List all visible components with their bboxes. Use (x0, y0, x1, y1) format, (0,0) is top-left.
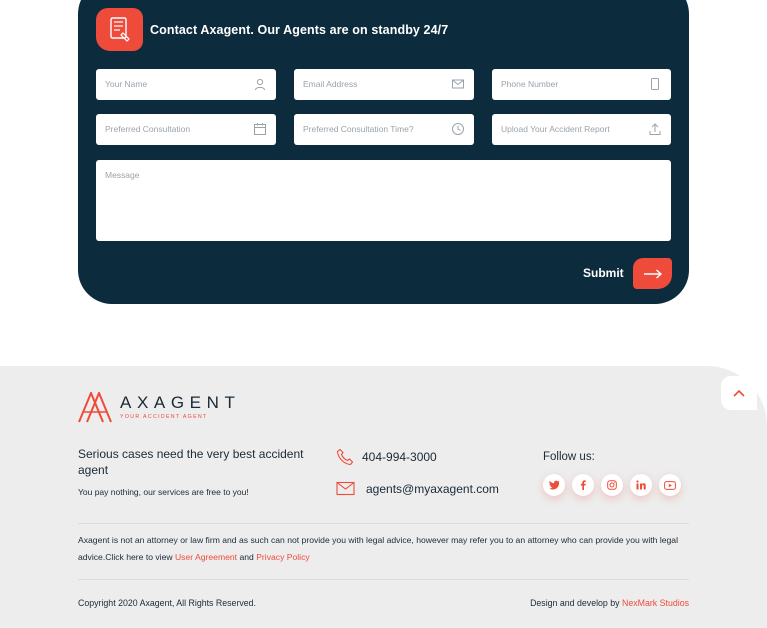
message-field[interactable]: Message (96, 160, 671, 241)
mail-icon (336, 481, 355, 496)
clock-icon (452, 123, 464, 135)
mobile-phone-icon (651, 78, 659, 90)
logo-tagline: YOUR ACCIDENT AGENT (120, 414, 208, 420)
page: Contact Axagent. Our Agents are on stand… (0, 0, 767, 628)
chevron-up-icon (733, 389, 745, 397)
consultation-placeholder: Preferred Consultation (105, 124, 191, 134)
scroll-to-top-button[interactable] (721, 376, 757, 410)
calendar-icon (254, 123, 266, 135)
logo-name: AXAGENT (120, 393, 241, 412)
linkedin-button[interactable] (630, 474, 652, 496)
privacy-policy-link[interactable]: Privacy Policy (256, 552, 309, 562)
email-field[interactable]: Email Address (294, 69, 474, 100)
contact-form-card: Contact Axagent. Our Agents are on stand… (78, 0, 689, 304)
youtube-button[interactable] (659, 474, 681, 496)
footer-divider-top (78, 523, 689, 524)
footer-subtext: You pay nothing, our services are free t… (78, 487, 249, 497)
submit-label[interactable]: Submit (583, 266, 624, 280)
copyright: Copyright 2020 Axagent, All Rights Reser… (78, 598, 256, 608)
disclaimer-text: Axagent is not an attorney or law firm a… (78, 535, 678, 562)
submit-button[interactable] (633, 258, 672, 289)
studio-link[interactable]: NexMark Studios (622, 598, 689, 608)
name-placeholder: Your Name (105, 79, 148, 89)
upload-icon (649, 123, 661, 135)
social-links (543, 474, 681, 496)
upload-report-placeholder: Upload Your Accident Report (501, 124, 610, 134)
axagent-logo[interactable]: AXAGENT YOUR ACCIDENT AGENT (78, 390, 258, 424)
footer-phone-number: 404-994-3000 (362, 450, 437, 464)
footer: AXAGENT YOUR ACCIDENT AGENT Serious case… (0, 366, 767, 628)
consultation-time-placeholder: Preferred Consultation Time? (303, 124, 414, 134)
upload-report-field[interactable]: Upload Your Accident Report (492, 114, 671, 145)
follow-us-label: Follow us: (543, 451, 595, 463)
twitter-icon (548, 480, 559, 490)
phone-field[interactable]: Phone Number (492, 69, 671, 100)
facebook-icon (580, 480, 586, 490)
consultation-time-field[interactable]: Preferred Consultation Time? (294, 114, 474, 145)
footer-divider-bottom (78, 579, 689, 580)
phone-placeholder: Phone Number (501, 79, 559, 89)
logo-mark-icon (78, 390, 112, 423)
name-field[interactable]: Your Name (96, 69, 276, 100)
email-placeholder: Email Address (303, 79, 358, 89)
linkedin-icon (636, 480, 646, 490)
footer-phone[interactable]: 404-994-3000 (336, 448, 437, 466)
consultation-field[interactable]: Preferred Consultation (96, 114, 276, 145)
youtube-icon (664, 480, 676, 490)
footer-email-address: agents@myaxagent.com (366, 481, 499, 496)
credit-text: Design and develop by (530, 598, 623, 608)
footer-headline: Serious cases need the very best acciden… (78, 447, 304, 477)
contact-form-icon (96, 8, 143, 51)
instagram-icon (607, 480, 617, 490)
credit: Design and develop by NexMark Studios (530, 598, 689, 608)
disclaimer-and: and (237, 551, 257, 562)
user-icon (255, 78, 265, 91)
footer-email[interactable]: agents@myaxagent.com (336, 481, 499, 496)
contact-title: Contact Axagent. Our Agents are on stand… (150, 23, 449, 37)
message-placeholder: Message (105, 170, 140, 180)
disclaimer: Axagent is not an attorney or law firm a… (78, 532, 698, 565)
instagram-button[interactable] (601, 474, 623, 496)
user-agreement-link[interactable]: User Agreement (175, 552, 237, 562)
phone-icon (336, 448, 354, 466)
facebook-button[interactable] (572, 474, 594, 496)
twitter-button[interactable] (543, 474, 565, 496)
envelope-icon (452, 79, 464, 89)
arrow-right-icon (643, 268, 662, 279)
